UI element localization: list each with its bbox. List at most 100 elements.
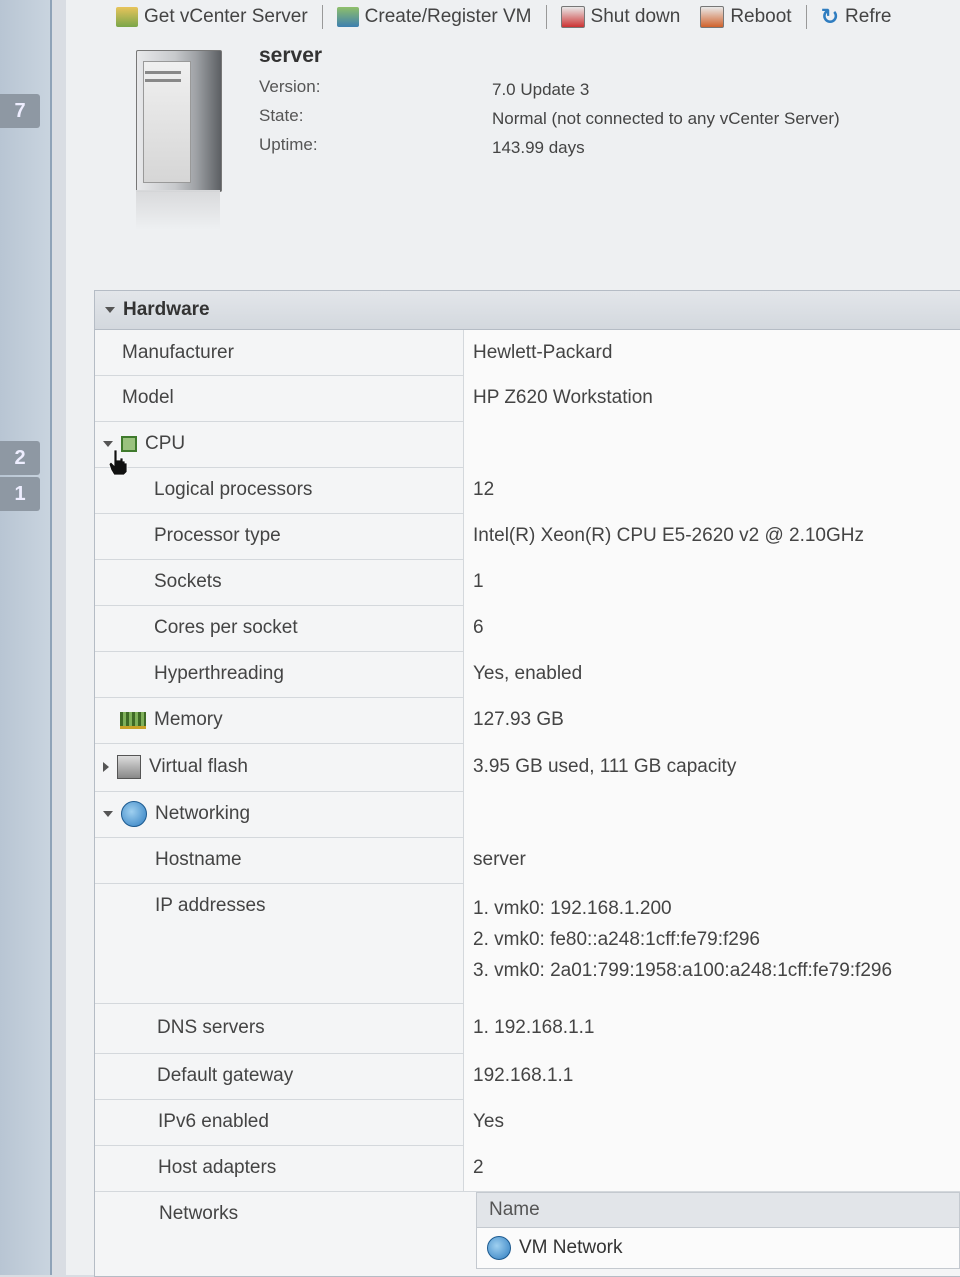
ipv6-enabled-row: IPv6 enabled Yes <box>95 1099 960 1146</box>
hardware-header[interactable]: Hardware <box>95 291 960 330</box>
default-gateway-label: Default gateway <box>157 1065 294 1086</box>
reboot-icon <box>700 6 725 28</box>
host-toolbar: Get vCenter Server Create/Register VM Sh… <box>106 0 960 34</box>
cpu-row[interactable]: CPU <box>95 421 960 468</box>
value-cell-bg <box>463 605 960 651</box>
value-cell-bg <box>463 559 960 605</box>
expand-toggle-icon[interactable] <box>103 441 113 447</box>
sidebar-badge[interactable]: 2 <box>0 441 40 475</box>
manufacturer-value: Hewlett-Packard <box>473 341 613 363</box>
hostname-row: Hostname server <box>95 837 960 884</box>
ip-addresses-row: IP addresses 1. vmk0: 192.168.1.200 2. v… <box>95 883 960 1004</box>
get-vcenter-button[interactable]: Get vCenter Server <box>106 6 318 28</box>
networks-label: Networks <box>159 1203 239 1224</box>
hostname-value: server <box>473 849 526 870</box>
value-cell-bg <box>463 837 960 883</box>
virtual-flash-value: 3.95 GB used, 111 GB capacity <box>473 756 737 777</box>
version-label: Version: <box>259 77 321 96</box>
model-label: Model <box>122 387 174 408</box>
refresh-icon: ↻ <box>820 4 840 29</box>
virtual-flash-label-group: Virtual flash <box>103 743 248 791</box>
sockets-row: Sockets 1 <box>95 559 960 606</box>
hyperthreading-row: Hyperthreading Yes, enabled <box>95 651 960 698</box>
dns-servers-row: DNS servers 1. 192.168.1.1 <box>95 1003 960 1054</box>
value-cell-bg <box>463 421 960 467</box>
virtual-flash-row[interactable]: Virtual flash 3.95 GB used, 111 GB capac… <box>95 743 960 792</box>
create-register-vm-button[interactable]: Create/Register VM <box>327 6 542 28</box>
cores-per-socket-row: Cores per socket 6 <box>95 605 960 652</box>
default-gateway-row: Default gateway 192.168.1.1 <box>95 1053 960 1100</box>
hand-cursor-icon <box>108 449 128 476</box>
column-name-header: Name <box>489 1199 540 1220</box>
sockets-label: Sockets <box>154 571 222 592</box>
uptime-label: Uptime: <box>259 135 318 154</box>
networks-table-header[interactable]: Name <box>476 1192 960 1228</box>
memory-value: 127.93 GB <box>473 709 564 730</box>
create-vm-icon <box>336 7 359 27</box>
collapse-toggle-icon[interactable] <box>103 811 113 817</box>
sidebar-badge[interactable]: 1 <box>0 477 40 511</box>
memory-label: Memory <box>154 709 223 730</box>
ipv6-enabled-value: Yes <box>473 1111 504 1132</box>
ip-address: 2. vmk0: fe80::a248:1cff:fe79:f296 <box>473 929 760 950</box>
ip-address: 1. vmk0: 192.168.1.200 <box>473 898 672 919</box>
processor-type-value: Intel(R) Xeon(R) CPU E5-2620 v2 @ 2.10GH… <box>473 525 864 546</box>
reboot-button[interactable]: Reboot <box>690 6 801 28</box>
value-cell-bg <box>463 1099 960 1145</box>
host-adapters-value: 2 <box>473 1157 484 1178</box>
host-adapters-row: Host adapters 2 <box>95 1145 960 1192</box>
model-value: HP Z620 Workstation <box>473 387 653 408</box>
networking-label: Networking <box>155 803 251 824</box>
memory-row: Memory 127.93 GB <box>95 697 960 744</box>
value-cell-bg <box>463 1145 960 1191</box>
toolbar-divider <box>545 5 547 29</box>
ip-addresses-list: 1. vmk0: 192.168.1.200 2. vmk0: fe80::a2… <box>473 883 892 1013</box>
left-sidebar: 7 2 1 <box>0 0 52 1275</box>
network-globe-icon <box>487 1236 511 1260</box>
expand-toggle-icon[interactable] <box>103 762 109 772</box>
host-name: server <box>259 44 323 67</box>
model-row: Model HP Z620 Workstation <box>95 375 960 422</box>
cpu-label: CPU <box>145 433 186 454</box>
server-vent <box>145 71 181 74</box>
refresh-button[interactable]: ↻ Refre <box>811 4 902 30</box>
ipv6-enabled-label: IPv6 enabled <box>158 1111 269 1132</box>
state-value: Normal (not connected to any vCenter Ser… <box>492 109 840 128</box>
hyperthreading-value: Yes, enabled <box>473 663 583 684</box>
server-tower-icon <box>136 50 222 192</box>
state-label: State: <box>259 106 304 125</box>
sidebar-badge[interactable]: 7 <box>0 94 40 128</box>
ip-address: 3. vmk0: 2a01:799:1958:a100:a248:1cff:fe… <box>473 960 893 981</box>
server-reflection <box>136 190 220 230</box>
manufacturer-row: Manufacturer Hewlett-Packard <box>95 330 960 376</box>
toolbar-divider <box>321 5 323 29</box>
cores-per-socket-label: Cores per socket <box>154 617 298 638</box>
shut-down-button[interactable]: Shut down <box>551 6 691 28</box>
manufacturer-label: Manufacturer <box>122 341 234 363</box>
default-gateway-value: 192.168.1.1 <box>473 1065 574 1086</box>
sockets-value: 1 <box>473 571 484 592</box>
uptime-value: 143.99 days <box>492 138 585 157</box>
value-cell-bg <box>463 467 960 513</box>
toolbar-divider <box>805 5 807 29</box>
ip-addresses-label: IP addresses <box>155 895 266 916</box>
logical-processors-label: Logical processors <box>154 479 313 500</box>
vcenter-icon <box>116 7 138 27</box>
host-adapters-label: Host adapters <box>158 1157 277 1178</box>
main-content: Get vCenter Server Create/Register VM Sh… <box>66 0 960 1277</box>
value-cell-bg <box>463 791 960 837</box>
processor-type-row: Processor type Intel(R) Xeon(R) CPU E5-2… <box>95 513 960 560</box>
server-vent <box>145 79 181 82</box>
networking-row[interactable]: Networking <box>95 791 960 838</box>
network-name-link[interactable]: VM Network <box>519 1237 622 1259</box>
dns-servers-label: DNS servers <box>157 1017 265 1038</box>
hostname-label: Hostname <box>155 849 242 870</box>
hardware-panel: Hardware Manufacturer Hewlett-Packard Mo… <box>94 290 960 1277</box>
logical-processors-row: Logical processors 12 <box>95 467 960 514</box>
virtual-flash-icon <box>117 755 141 779</box>
network-list-item[interactable]: VM Network <box>476 1228 960 1269</box>
virtual-flash-label: Virtual flash <box>149 756 248 777</box>
networking-label-group: Networking <box>103 791 250 837</box>
logical-processors-value: 12 <box>473 479 495 500</box>
cores-per-socket-value: 6 <box>473 617 484 638</box>
